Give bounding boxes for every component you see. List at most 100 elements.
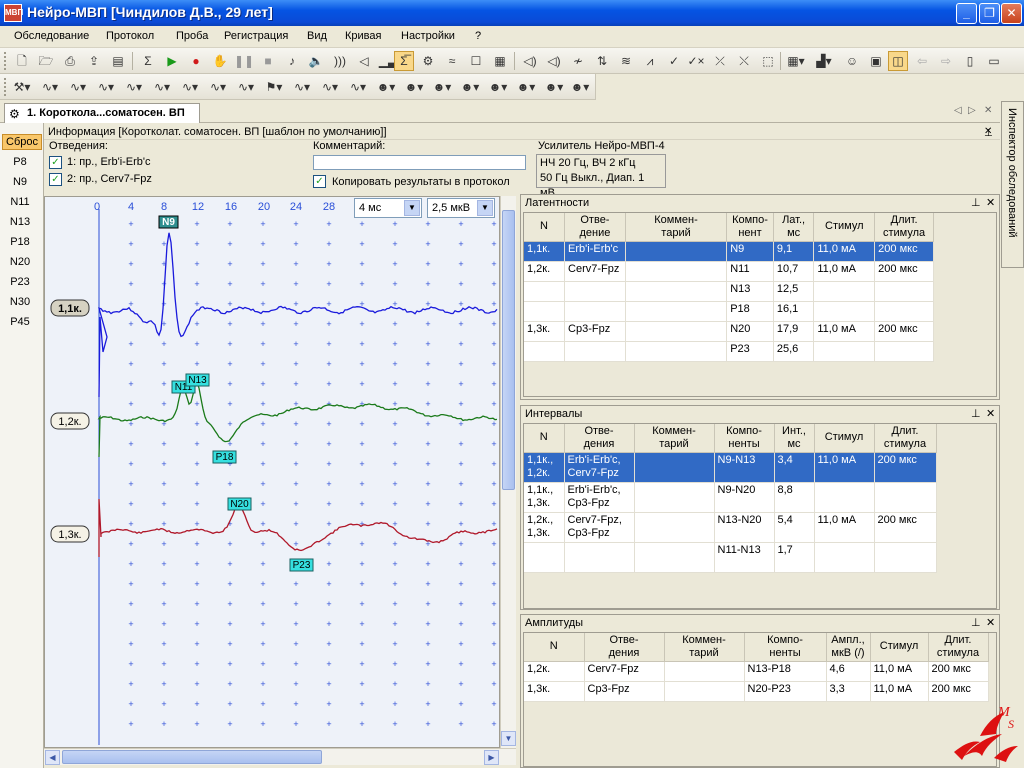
- check-x-icon[interactable]: ✓×: [686, 51, 706, 71]
- tool-17-icon[interactable]: ☻▾: [460, 77, 480, 97]
- tool-20-icon[interactable]: ☻▾: [544, 77, 564, 97]
- pin-icon[interactable]: ⊥: [971, 406, 981, 422]
- check-icon[interactable]: ✓: [664, 51, 684, 71]
- table-row[interactable]: N11-N13 1,7: [524, 542, 937, 573]
- tool-14-icon[interactable]: ☻▾: [376, 77, 396, 97]
- speaker-mute-icon[interactable]: ◁: [354, 51, 374, 71]
- tool-21-icon[interactable]: ☻▾: [570, 77, 590, 97]
- column-header[interactable]: Длит. стимула: [874, 424, 937, 453]
- tool-15-icon[interactable]: ☻▾: [404, 77, 424, 97]
- window-icon[interactable]: ◫: [888, 51, 908, 71]
- latency-close-icon[interactable]: ✕: [986, 195, 995, 211]
- wave-dense-icon[interactable]: ⩘: [640, 51, 660, 71]
- column-header[interactable]: Лат., мс: [773, 213, 815, 242]
- column-header[interactable]: Стимул: [813, 213, 876, 242]
- table-row[interactable]: P18 16,1: [524, 301, 934, 322]
- tab-next-icon[interactable]: ▷: [968, 105, 976, 116]
- sound-icon[interactable]: ♪: [282, 51, 302, 71]
- menu-registration[interactable]: Регистрация: [224, 30, 288, 42]
- auto-icon[interactable]: ⚙: [418, 51, 438, 71]
- column-header[interactable]: Коммен- тарий: [664, 633, 745, 662]
- menu-protocol[interactable]: Протокол: [106, 30, 154, 42]
- column-header[interactable]: Стимул: [870, 633, 929, 662]
- menu-curve[interactable]: Кривая: [345, 30, 381, 42]
- select-region-icon[interactable]: ⬚: [758, 51, 778, 71]
- column-header[interactable]: Стимул: [814, 424, 875, 453]
- column-header[interactable]: Коммен- тарий: [634, 424, 715, 453]
- tool-1-icon[interactable]: ⚒▾: [12, 77, 32, 97]
- stop-icon[interactable]: ■: [258, 51, 278, 71]
- wave-item-n9[interactable]: N9: [0, 176, 40, 188]
- tool-19-icon[interactable]: ☻▾: [516, 77, 536, 97]
- wave-sound-icon[interactable]: ◁): [520, 51, 540, 71]
- close-button[interactable]: ✕: [1001, 3, 1022, 24]
- menu-help[interactable]: ?: [475, 30, 481, 42]
- back-icon[interactable]: ⇦: [912, 51, 932, 71]
- plot-horizontal-scrollbar[interactable]: ◀ ▶: [44, 748, 516, 765]
- tab-document-1[interactable]: ⚙ 1. Коротколa...соматосен. ВП: [4, 103, 200, 124]
- tool-18-icon[interactable]: ☻▾: [488, 77, 508, 97]
- lead2-checkbox[interactable]: ✓: [49, 173, 62, 186]
- play-icon[interactable]: ▶: [162, 51, 182, 71]
- tool-16-icon[interactable]: ☻▾: [432, 77, 452, 97]
- copy-results-checkbox[interactable]: ✓: [313, 175, 326, 188]
- average-icon[interactable]: Σ̅: [394, 51, 414, 71]
- speaker-icon[interactable]: 🔈: [306, 51, 326, 71]
- amplitude-scale-select[interactable]: 2,5 мкВ ▼: [427, 198, 495, 218]
- wave-shift-icon[interactable]: ≁: [568, 51, 588, 71]
- tool-11-icon[interactable]: ∿▾: [292, 77, 312, 97]
- column-header[interactable]: Ампл., мкВ (/): [826, 633, 871, 662]
- montage-icon[interactable]: ▦: [490, 51, 510, 71]
- waveform-plot[interactable]: + + + + + + + + + + + + + + + + + + + + + + + + + + + + + + + + + + + + + + + +…: [44, 196, 500, 748]
- wave-zigzag-icon[interactable]: ≋: [616, 51, 636, 71]
- doc-icon[interactable]: ▯: [960, 51, 980, 71]
- histogram-icon[interactable]: ▟▾: [814, 51, 834, 71]
- table-row[interactable]: 1,2к. Cerv7-Fpz N11 10,7 11,0 мА 200 мкс: [524, 261, 934, 282]
- column-header[interactable]: Длит. стимула: [874, 213, 934, 242]
- page-icon[interactable]: ☐: [466, 51, 486, 71]
- tool-5-icon[interactable]: ∿▾: [124, 77, 144, 97]
- users-icon[interactable]: ☺: [842, 51, 862, 71]
- scroll-right-icon[interactable]: ▶: [484, 750, 499, 765]
- table-row[interactable]: N13 12,5: [524, 281, 934, 302]
- table-row[interactable]: 1,1к. Erb'i-Erb'c N9 9,1 11,0 мА 200 мкс: [524, 241, 934, 262]
- column-header[interactable]: Компо- ненты: [744, 633, 827, 662]
- report-icon[interactable]: ▤: [108, 51, 128, 71]
- export-icon[interactable]: ⇪: [84, 51, 104, 71]
- wave-item-n13[interactable]: N13: [0, 216, 40, 228]
- info-close-icon[interactable]: ✕: [984, 126, 992, 137]
- table-row[interactable]: P23 25,6: [524, 341, 934, 362]
- tool-8-icon[interactable]: ∿▾: [208, 77, 228, 97]
- sigma-icon[interactable]: Σ: [138, 51, 158, 71]
- pin-icon[interactable]: ⊥: [971, 195, 981, 211]
- menu-settings[interactable]: Настройки: [401, 30, 455, 42]
- open-exam-icon[interactable]: 🗁: [36, 51, 56, 71]
- tool-13-icon[interactable]: ∿▾: [348, 77, 368, 97]
- column-header[interactable]: Инт., мс: [774, 424, 815, 453]
- cross-wave2-icon[interactable]: ⤬: [734, 51, 754, 71]
- column-header[interactable]: Отве- дения: [584, 633, 665, 662]
- column-header[interactable]: Отве- дение: [564, 213, 626, 242]
- volume-icon[interactable]: ))): [330, 51, 350, 71]
- table-row[interactable]: 1,2к. Cerv7-Fpz N13-P18 4,6 11,0 мА 200 мкс: [524, 661, 989, 682]
- wave-sound2-icon[interactable]: ◁): [544, 51, 564, 71]
- comment-input[interactable]: [313, 155, 526, 170]
- doc2-icon[interactable]: ▭: [984, 51, 1004, 71]
- plot-horizontal-thumb[interactable]: [62, 750, 322, 764]
- menu-examination[interactable]: Обследование: [14, 30, 89, 42]
- scroll-down-icon[interactable]: ▼: [501, 731, 516, 746]
- table-row[interactable]: 1,3к. Cp3-Fpz N20 17,9 11,0 мА 200 мкс: [524, 321, 934, 342]
- plot-vertical-scrollbar[interactable]: ▼: [500, 196, 516, 748]
- new-exam-icon[interactable]: 🗋: [12, 51, 32, 71]
- tool-3-icon[interactable]: ∿▾: [68, 77, 88, 97]
- scroll-left-icon[interactable]: ◀: [45, 750, 60, 765]
- table-row[interactable]: 1,1к., 1,3к. Erb'i-Erb'c, Cp3-Fpz N9-N20 8,…: [524, 482, 937, 513]
- print-icon[interactable]: ⎙: [60, 51, 80, 71]
- cross-wave-icon[interactable]: ⤫: [710, 51, 730, 71]
- table-row[interactable]: 1,3к. Cp3-Fpz N20-P23 3,3 11,0 мА 200 мкс: [524, 681, 989, 702]
- column-header[interactable]: Длит. стимула: [928, 633, 989, 662]
- curve-1-waveform[interactable]: [98, 232, 498, 398]
- column-header[interactable]: N: [524, 633, 585, 662]
- tab-prev-icon[interactable]: ◁: [954, 105, 962, 116]
- column-header[interactable]: Компо- ненты: [714, 424, 775, 453]
